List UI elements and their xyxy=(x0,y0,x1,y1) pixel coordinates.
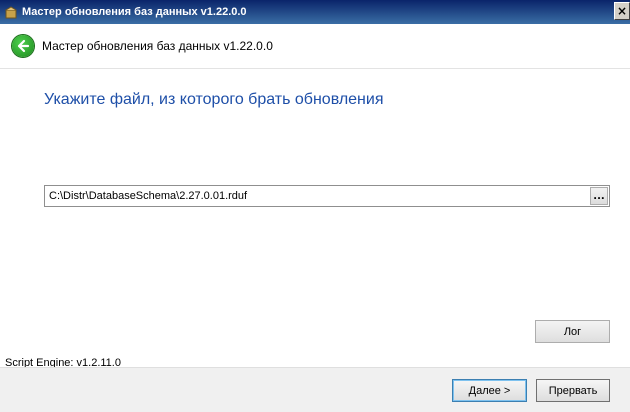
next-button[interactable]: Далее > xyxy=(452,379,527,402)
package-icon xyxy=(4,5,18,19)
instruction-text: Укажите файл, из которого брать обновлен… xyxy=(44,91,384,108)
wizard-header: Мастер обновления баз данных v1.22.0.0 xyxy=(0,24,630,69)
close-icon: × xyxy=(616,4,628,18)
back-arrow-icon xyxy=(17,39,30,53)
file-path-field: ... xyxy=(44,185,610,207)
title-bar: Мастер обновления баз данных v1.22.0.0 × xyxy=(0,0,630,24)
log-button[interactable]: Лог xyxy=(535,320,610,343)
close-button[interactable]: × xyxy=(614,2,630,20)
file-path-input[interactable] xyxy=(45,187,590,205)
cancel-button[interactable]: Прервать xyxy=(536,379,610,402)
wizard-content: Укажите файл, из которого брать обновлен… xyxy=(0,69,630,369)
browse-button[interactable]: ... xyxy=(590,187,608,205)
header-title: Мастер обновления баз данных v1.22.0.0 xyxy=(42,39,273,53)
window-title: Мастер обновления баз данных v1.22.0.0 xyxy=(22,6,247,18)
back-button[interactable] xyxy=(12,35,34,57)
footer-bar: Далее > Прервать xyxy=(0,367,630,412)
